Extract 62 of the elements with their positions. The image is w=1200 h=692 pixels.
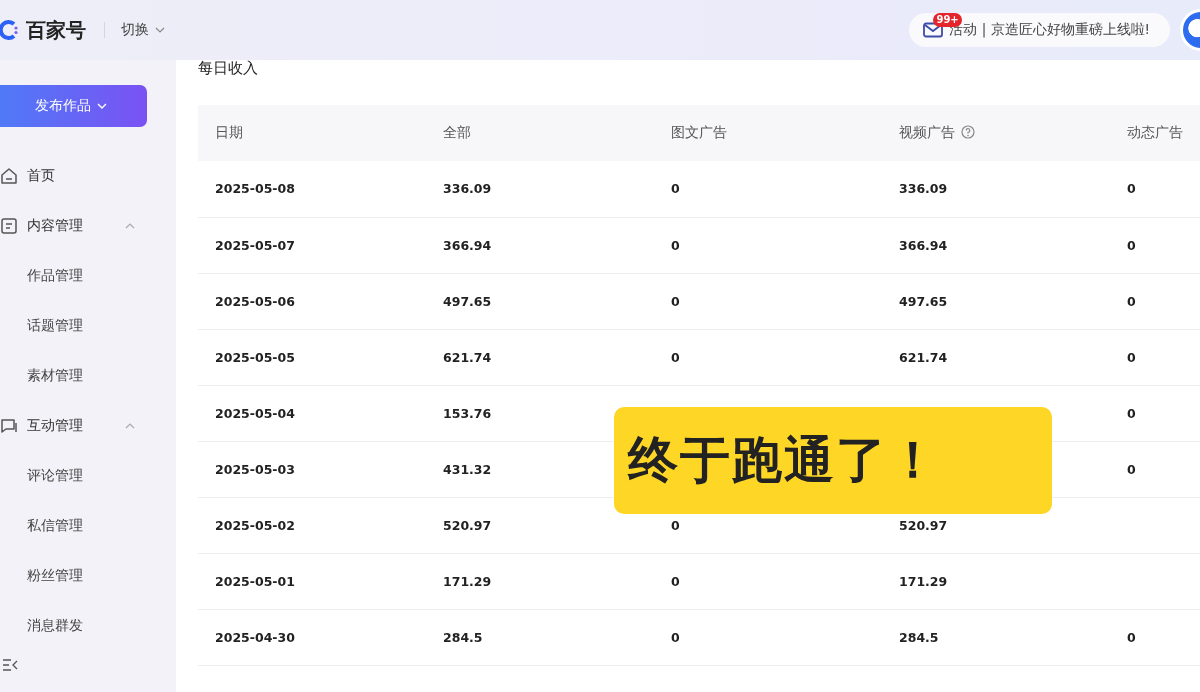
table-cell: 2025-05-03 xyxy=(198,441,426,497)
table-cell: 2025-05-08 xyxy=(198,161,426,217)
table-cell: 0 xyxy=(1110,273,1200,329)
table-cell: 366.94 xyxy=(426,217,654,273)
table-cell: 171.29 xyxy=(426,553,654,609)
table-cell: 0 xyxy=(1110,385,1200,441)
sidebar-item[interactable]: 私信管理 xyxy=(0,501,176,551)
table-cell: 2025-04-30 xyxy=(198,609,426,665)
table-cell: 2025-05-02 xyxy=(198,497,426,553)
caret-icon xyxy=(96,103,107,109)
sidebar-item[interactable]: 作品管理 xyxy=(0,251,176,301)
sidebar-item[interactable]: 消息群发 xyxy=(0,601,176,651)
column-header: 全部 xyxy=(426,105,654,161)
collapse-icon xyxy=(2,659,18,671)
sidebar-item[interactable]: 首页 xyxy=(0,151,176,201)
section-title: 每日收入 xyxy=(198,60,259,79)
table-cell: 621.74 xyxy=(426,329,654,385)
publish-button[interactable]: 发布作品 xyxy=(0,85,147,127)
count-badge: 99+ xyxy=(933,13,962,27)
logo-icon xyxy=(0,19,20,41)
table-cell: 2025-05-07 xyxy=(198,217,426,273)
mail-icon xyxy=(923,22,944,38)
column-header: 图文广告 xyxy=(654,105,882,161)
chat-icon xyxy=(0,417,18,435)
column-header: 动态广告 xyxy=(1110,105,1200,161)
table-cell: 2025-05-05 xyxy=(198,329,426,385)
sidebar-item[interactable]: 话题管理 xyxy=(0,301,176,351)
brand-name: 百家号 xyxy=(26,16,86,44)
switch-dropdown[interactable]: 切换 xyxy=(121,21,165,39)
table-cell: 0 xyxy=(1110,609,1200,665)
sidebar-item[interactable]: 评论管理 xyxy=(0,451,176,501)
table-cell: 0 xyxy=(1110,161,1200,217)
table-cell: 0 xyxy=(654,329,882,385)
table-cell: 2025-05-04 xyxy=(198,385,426,441)
table-cell: 0 xyxy=(1110,217,1200,273)
table-cell: 171.29 xyxy=(882,553,1110,609)
table-cell: 497.65 xyxy=(426,273,654,329)
home-icon xyxy=(0,167,18,185)
table-cell: 0 xyxy=(654,273,882,329)
caret-icon xyxy=(155,27,165,33)
sidebar-item[interactable]: 内容管理 xyxy=(0,201,176,251)
table-cell: 284.5 xyxy=(426,609,654,665)
table-cell: 621.74 xyxy=(882,329,1110,385)
table-cell: 366.94 xyxy=(882,217,1110,273)
table-cell: 336.09 xyxy=(882,161,1110,217)
document-icon xyxy=(0,217,18,235)
table-cell: 284.5 xyxy=(882,609,1110,665)
column-header: 日期 xyxy=(198,105,426,161)
table-cell: 0 xyxy=(654,553,882,609)
sidebar-item[interactable]: 互动管理 xyxy=(0,401,176,451)
sidebar-item[interactable]: 素材管理 xyxy=(0,351,176,401)
column-header: 视频广告 xyxy=(882,105,1110,161)
table-cell: 497.65 xyxy=(882,273,1110,329)
table-cell: 2025-05-06 xyxy=(198,273,426,329)
table-cell: 0 xyxy=(654,217,882,273)
table-cell: 0 xyxy=(1110,441,1200,497)
table-cell: 0 xyxy=(654,161,882,217)
table-cell: 0 xyxy=(1110,329,1200,385)
table-cell: 0 xyxy=(654,609,882,665)
table-cell: 336.09 xyxy=(426,161,654,217)
sidebar-item[interactable]: 粉丝管理 xyxy=(0,551,176,601)
table-cell: 2025-05-01 xyxy=(198,553,426,609)
